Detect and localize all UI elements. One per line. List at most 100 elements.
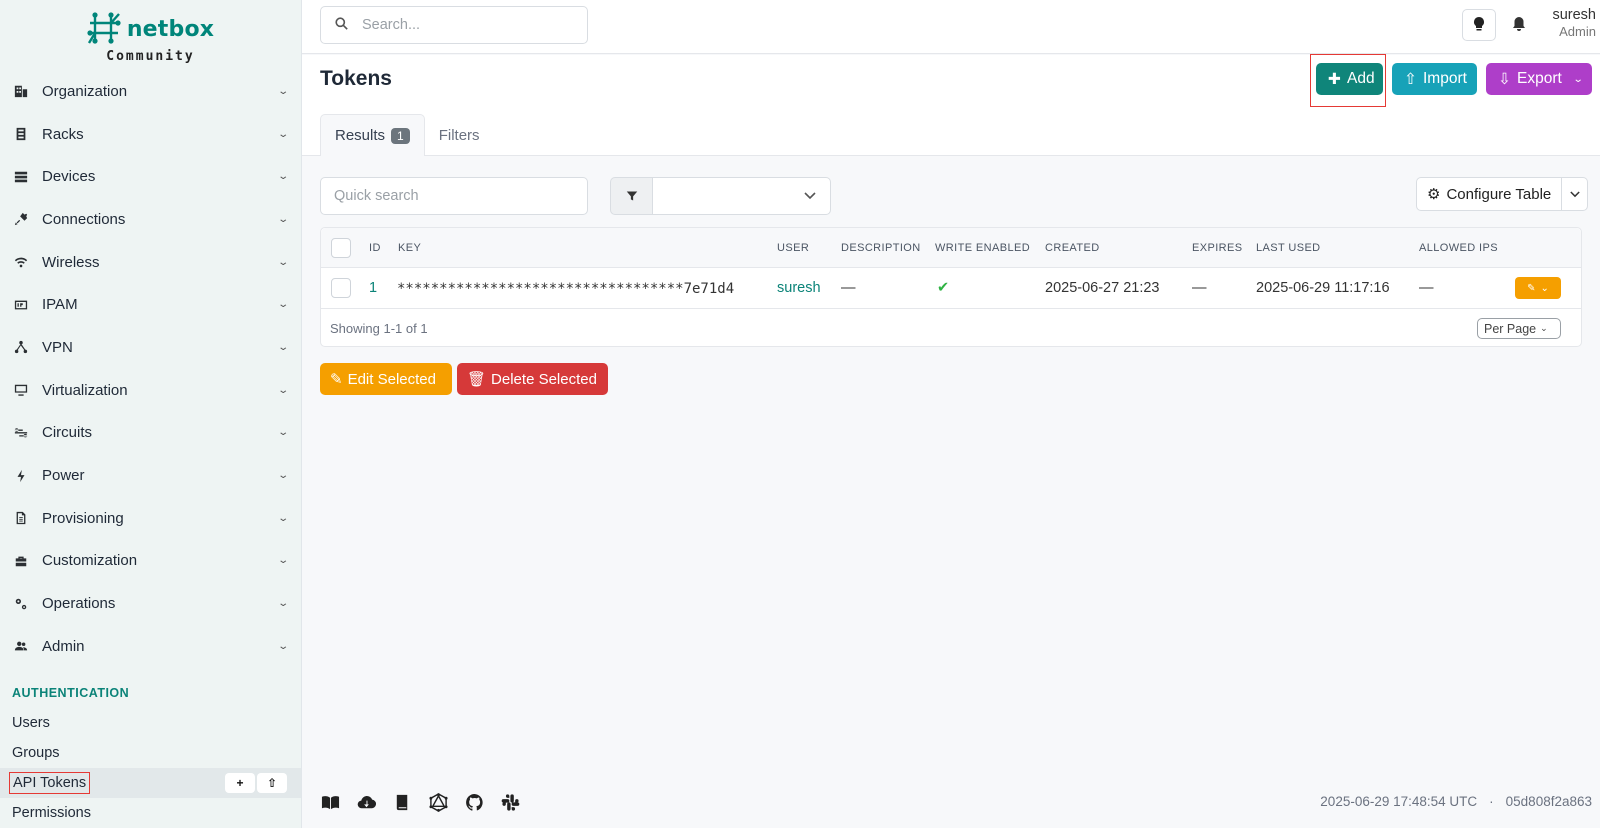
column-header-description[interactable]: DESCRIPTION (841, 242, 921, 254)
chevron-down-icon: ⌄ (276, 470, 289, 482)
chevron-down-icon: ⌄ (276, 341, 289, 353)
file-icon (11, 509, 31, 527)
token-last-used: 2025-06-29 11:17:16 (1256, 280, 1390, 296)
delete-selected-button[interactable]: 🗑︎ Delete Selected (457, 363, 608, 395)
top-bar: Search... suresh Admin (302, 0, 1600, 54)
sidebar-item-label: Wireless (42, 253, 100, 271)
sidebar-item-devices[interactable]: Devices ⌄ (0, 155, 301, 198)
select-all-checkbox[interactable] (331, 238, 351, 258)
column-header-expires[interactable]: EXPIRES (1192, 242, 1243, 254)
import-token-button[interactable]: ⇧ (257, 772, 287, 793)
sidebar: netbox Community Organization ⌄ Racks ⌄ … (0, 0, 302, 828)
sidebar-item-api-tokens[interactable]: API Tokens + ⇧ (0, 767, 301, 798)
saved-filter-select[interactable] (652, 177, 831, 215)
sidebar-item-permissions[interactable]: Permissions (0, 798, 301, 828)
sidebar-item-virtualization[interactable]: Virtualization ⌄ (0, 369, 301, 412)
sidebar-item-wireless[interactable]: Wireless ⌄ (0, 241, 301, 284)
download-icon: ⇩ (1498, 70, 1511, 88)
quick-search-input[interactable]: Quick search (320, 177, 588, 215)
token-id-link[interactable]: 1 (369, 280, 377, 296)
global-search-input[interactable]: Search... (320, 6, 588, 44)
brand-edition: Community (106, 48, 195, 64)
sidebar-item-users[interactable]: Users (0, 708, 301, 738)
token-user-link[interactable]: suresh (777, 280, 821, 296)
sidebar-item-operations[interactable]: Operations ⌄ (0, 582, 301, 625)
footer-meta: 2025-06-29 17:48:54 UTC · 05d808f2a863 (1320, 794, 1592, 809)
import-button[interactable]: ⇧ Import (1392, 63, 1477, 95)
column-header-id[interactable]: ID (369, 242, 381, 254)
graphql-icon[interactable] (428, 792, 449, 813)
sidebar-item-circuits[interactable]: Circuits ⌄ (0, 412, 301, 455)
sidebar-item-customization[interactable]: Customization ⌄ (0, 540, 301, 583)
sidebar-item-label: Racks (42, 125, 84, 143)
cloud-download-icon[interactable] (356, 792, 377, 813)
delete-selected-label: Delete Selected (491, 370, 597, 388)
ip-icon (11, 296, 31, 314)
export-button[interactable]: ⇩ Export ⌄ (1486, 63, 1592, 95)
filter-icon[interactable] (610, 177, 652, 215)
notifications-button[interactable] (1509, 15, 1529, 35)
theme-toggle-button[interactable] (1462, 9, 1496, 41)
sidebar-item-label: VPN (42, 338, 73, 356)
page-header: Tokens ✚ Add ⇧ Import ⇩ Export ⌄ Results… (302, 54, 1600, 156)
sidebar-item-groups[interactable]: Groups (0, 738, 301, 768)
row-checkbox[interactable] (331, 278, 351, 298)
row-edit-button[interactable]: ✎ ⌄ (1515, 277, 1561, 299)
commit-hash[interactable]: 05d808f2a863 (1506, 794, 1592, 809)
github-icon[interactable] (464, 792, 485, 813)
tokens-table: ID KEY USER DESCRIPTION WRITE ENABLED CR… (320, 227, 1582, 347)
configure-table-dropdown[interactable] (1562, 177, 1589, 211)
tab-results[interactable]: Results 1 (320, 114, 425, 156)
sidebar-item-label: Organization (42, 82, 128, 100)
add-button-label: Add (1347, 70, 1375, 87)
chevron-down-icon: ⌄ (276, 299, 289, 311)
column-header-allowed-ips[interactable]: ALLOWED IPS (1419, 242, 1498, 254)
rack-icon (11, 125, 31, 143)
column-header-created[interactable]: CREATED (1045, 242, 1100, 254)
user-menu[interactable]: suresh Admin (1546, 7, 1596, 39)
sidebar-item-label: Users (12, 714, 50, 731)
sidebar-item-power[interactable]: Power ⌄ (0, 454, 301, 497)
per-page-select[interactable]: Per Page ⌄ (1477, 318, 1561, 339)
add-token-button[interactable]: + (225, 772, 255, 793)
configure-table-button[interactable]: ⚙ Configure Table (1416, 177, 1563, 211)
add-button[interactable]: ✚ Add (1316, 63, 1383, 95)
plug-icon (11, 210, 31, 228)
chevron-down-icon (804, 189, 816, 203)
import-button-label: Import (1423, 70, 1467, 87)
table-footer: Showing 1-1 of 1 Per Page ⌄ (321, 309, 1581, 347)
lightbulb-icon (1472, 16, 1486, 35)
sidebar-item-admin[interactable]: Admin ⌄ (0, 625, 301, 668)
sidebar-item-connections[interactable]: Connections ⌄ (0, 198, 301, 241)
book-icon[interactable] (392, 792, 413, 813)
docs-book-icon[interactable] (320, 792, 341, 813)
sidebar-item-organization[interactable]: Organization ⌄ (0, 70, 301, 113)
wifi-icon (11, 253, 31, 271)
page-footer: 2025-06-29 17:48:54 UTC · 05d808f2a863 (302, 776, 1600, 828)
search-placeholder: Search... (362, 17, 421, 33)
netbox-logo-icon (87, 11, 121, 48)
plus-icon: ✚ (1328, 70, 1341, 88)
monitor-icon (11, 381, 31, 399)
brand-logo[interactable]: netbox Community (0, 0, 301, 70)
edit-selected-button[interactable]: ✎ Edit Selected (320, 363, 452, 395)
token-created: 2025-06-27 21:23 (1045, 280, 1160, 296)
sidebar-item-racks[interactable]: Racks ⌄ (0, 113, 301, 156)
pencil-icon: ✎ (1527, 282, 1536, 294)
slack-icon[interactable] (500, 792, 521, 813)
sidebar-item-label: Virtualization (42, 381, 128, 399)
export-button-label: Export (1517, 70, 1562, 87)
column-header-last-used[interactable]: LAST USED (1256, 242, 1321, 254)
footer-links (320, 792, 521, 813)
tab-filters[interactable]: Filters (425, 114, 494, 156)
sidebar-item-label: Connections (42, 210, 126, 228)
sidebar-item-ipam[interactable]: IPAM ⌄ (0, 283, 301, 326)
column-header-key[interactable]: KEY (398, 242, 421, 254)
column-header-write-enabled[interactable]: WRITE ENABLED (935, 242, 1030, 254)
page-tabs: Results 1 Filters (320, 114, 494, 156)
sidebar-item-vpn[interactable]: VPN ⌄ (0, 326, 301, 369)
sidebar-item-provisioning[interactable]: Provisioning ⌄ (0, 497, 301, 540)
chevron-down-icon: ⌄ (276, 128, 289, 140)
column-header-user[interactable]: USER (777, 242, 809, 254)
chevron-down-icon: ⌄ (1540, 323, 1548, 333)
